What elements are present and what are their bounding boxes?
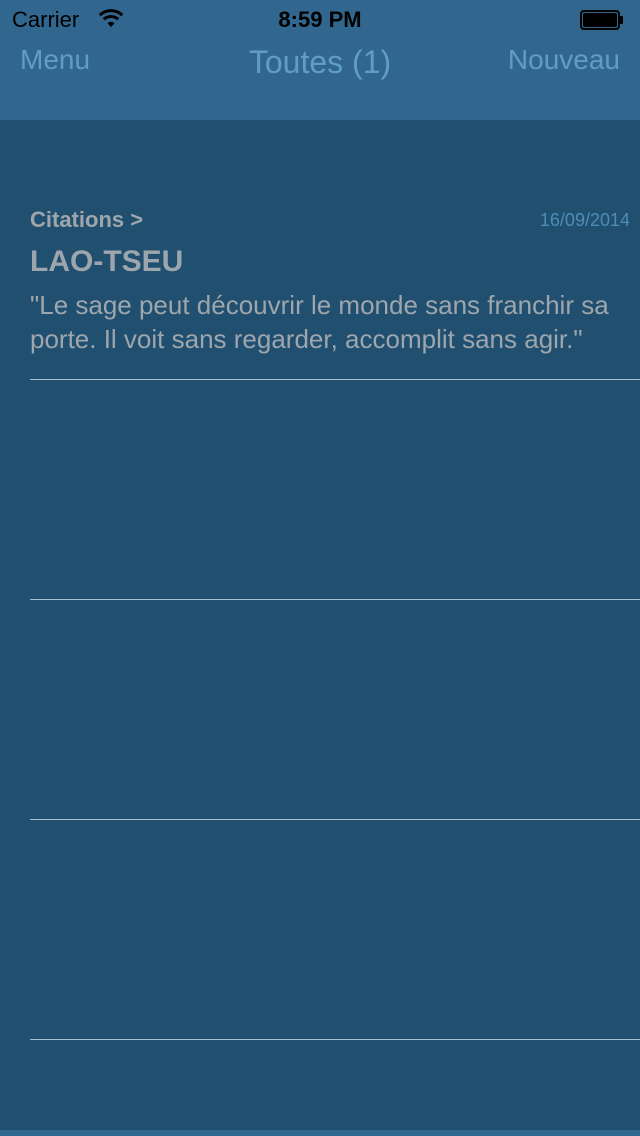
date-label: 16/09/2014: [539, 210, 630, 230]
empty-row: [0, 380, 640, 600]
status-time: 8:59 PM: [278, 7, 362, 32]
navigation-bar: Menu Toutes (1) Nouveau: [0, 40, 640, 120]
empty-row: [0, 600, 640, 820]
quote-list: Citations > 16/09/2014 LAO-TSEU "Le sage…: [0, 120, 640, 1130]
quote-text: "Le sage peut découvrir le monde sans fr…: [30, 290, 609, 354]
bottom-bar: [0, 1130, 640, 1136]
empty-row: [0, 820, 640, 1040]
battery-icon: [580, 10, 623, 30]
status-bar: Carrier 8:59 PM: [0, 0, 640, 40]
list-item[interactable]: Citations > 16/09/2014 LAO-TSEU "Le sage…: [0, 160, 640, 380]
row-separator: [30, 1039, 640, 1040]
new-button[interactable]: Nouveau: [508, 42, 620, 78]
category-label: Citations >: [30, 207, 144, 232]
author-label: LAO-TSEU: [30, 245, 184, 278]
